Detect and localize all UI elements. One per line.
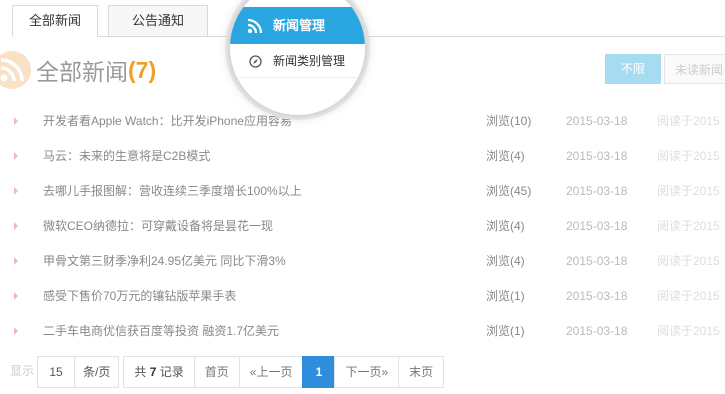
news-list: 开发者看Apple Watch：比开发iPhone应用容易 浏览(10) 201… (0, 104, 725, 349)
page-1-button[interactable]: 1 (302, 356, 336, 388)
next-page-button[interactable]: 下一页» (334, 356, 400, 388)
news-views: 浏览(1) (486, 289, 525, 303)
page-size-label: 显示 (0, 356, 39, 388)
total-count: 7 (149, 365, 157, 379)
news-read-status: 阅读于2015 (657, 289, 720, 303)
filter-all-button[interactable]: 不限 (605, 54, 661, 84)
page-size-input[interactable]: 15 (37, 356, 76, 388)
arrow-right-icon (14, 257, 18, 265)
total-prefix: 共 (134, 365, 147, 379)
page-title: 全部新闻 (36, 59, 128, 85)
news-title-link[interactable]: 微软CEO纳德拉：可穿戴设备将是昙花一现 (43, 209, 273, 244)
news-views: 浏览(45) (486, 184, 532, 198)
total-suffix: 记录 (159, 365, 184, 379)
list-item: 甲骨文第三财季净利24.95亿美元 同比下滑3% 浏览(4) 2015-03-1… (0, 244, 725, 279)
tab-announcements[interactable]: 公告通知 (108, 5, 208, 36)
pagination: 显示 15 条/页 共 7 记录 首页 «上一页 1 下一页» 末页 (0, 356, 445, 388)
arrow-right-icon (14, 292, 18, 300)
news-date: 2015-03-18 (566, 114, 628, 128)
prev-page-button[interactable]: «上一页 (238, 356, 304, 388)
news-date: 2015-03-18 (566, 324, 628, 338)
news-title-link[interactable]: 开发者看Apple Watch：比开发iPhone应用容易 (43, 104, 292, 139)
list-item: 开发者看Apple Watch：比开发iPhone应用容易 浏览(10) 201… (0, 104, 725, 139)
arrow-right-icon (14, 117, 18, 125)
news-date: 2015-03-18 (566, 289, 628, 303)
news-read-status: 阅读于2015 (657, 219, 720, 233)
news-read-status: 阅读于2015 (657, 254, 720, 268)
arrow-right-icon (14, 152, 18, 160)
news-read-status: 阅读于2015 (657, 184, 720, 198)
compass-icon (249, 55, 262, 68)
tab-all-news[interactable]: 全部新闻 (12, 5, 98, 37)
news-date: 2015-03-18 (566, 184, 628, 198)
list-item: 马云：未来的生意将是C2B模式 浏览(4) 2015-03-18 阅读于2015 (0, 139, 725, 174)
news-views: 浏览(4) (486, 219, 525, 233)
page-heading: 全部新闻 (7) (0, 50, 156, 90)
first-page-button[interactable]: 首页 (193, 356, 240, 388)
news-title-link[interactable]: 二手车电商优信获百度等投资 融资1.7亿美元 (43, 314, 279, 349)
list-item: 微软CEO纳德拉：可穿戴设备将是昙花一现 浏览(4) 2015-03-18 阅读… (0, 209, 725, 244)
last-page-button[interactable]: 末页 (398, 356, 445, 388)
news-title-link[interactable]: 去哪儿手报图解：营收连续三季度增长100%以上 (43, 174, 302, 209)
arrow-right-icon (14, 222, 18, 230)
tab-bar: 全部新闻 公告通知 (12, 5, 725, 37)
rss-icon (0, 51, 31, 89)
news-date: 2015-03-18 (566, 219, 628, 233)
news-read-status: 阅读于2015 (657, 149, 720, 163)
list-item: 二手车电商优信获百度等投资 融资1.7亿美元 浏览(1) 2015-03-18 … (0, 314, 725, 349)
filter-unread-button[interactable]: 未读新闻 (664, 54, 725, 84)
news-title-link[interactable]: 马云：未来的生意将是C2B模式 (43, 139, 210, 174)
total-records: 共 7 记录 (123, 356, 195, 388)
arrow-right-icon (14, 327, 18, 335)
news-views: 浏览(4) (486, 149, 525, 163)
news-date: 2015-03-18 (566, 254, 628, 268)
news-read-status: 阅读于2015 (657, 324, 720, 338)
page-size-unit: 条/页 (74, 356, 120, 388)
arrow-right-icon (14, 187, 18, 195)
magnifier-overlay: 新闻管理 新闻类别管理 (230, 0, 365, 115)
rss-icon (247, 18, 263, 34)
news-title-link[interactable]: 感受下售价70万元的镶钻版苹果手表 (43, 279, 236, 314)
list-item: 去哪儿手报图解：营收连续三季度增长100%以上 浏览(45) 2015-03-1… (0, 174, 725, 209)
news-count: (7) (128, 56, 157, 83)
news-views: 浏览(1) (486, 324, 525, 338)
list-item: 感受下售价70万元的镶钻版苹果手表 浏览(1) 2015-03-18 阅读于20… (0, 279, 725, 314)
news-views: 浏览(4) (486, 254, 525, 268)
news-date: 2015-03-18 (566, 149, 628, 163)
news-read-status: 阅读于2015 (657, 114, 720, 128)
news-views: 浏览(10) (486, 114, 532, 128)
news-title-link[interactable]: 甲骨文第三财季净利24.95亿美元 同比下滑3% (43, 244, 286, 279)
